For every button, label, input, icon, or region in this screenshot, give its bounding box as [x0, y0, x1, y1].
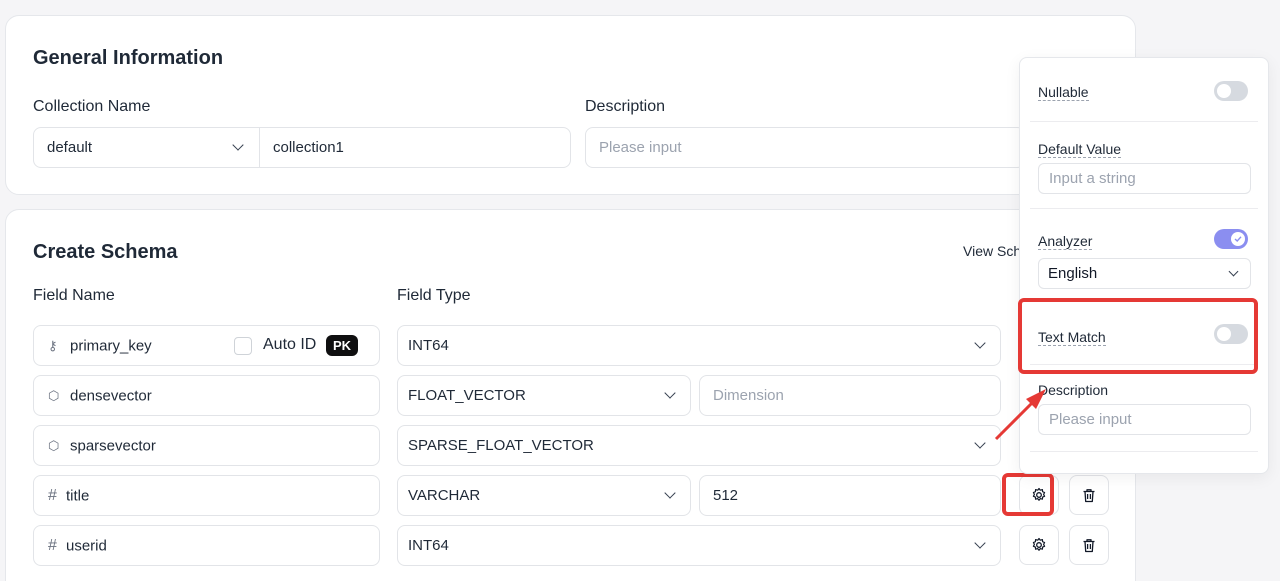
text-match-highlight-box	[1018, 298, 1258, 374]
gear-highlight-box	[1002, 473, 1054, 516]
divider	[1030, 451, 1258, 452]
field-name-input-primary-key[interactable]: ⚷ primary_key Auto ID PK	[33, 325, 380, 366]
chevron-down-icon	[974, 437, 986, 449]
description-input[interactable]: Please input	[585, 127, 1025, 168]
field-type-value: SPARSE_FLOAT_VECTOR	[408, 437, 594, 454]
pk-badge: PK	[326, 335, 359, 356]
field-type-select-sparsevector[interactable]: SPARSE_FLOAT_VECTOR	[397, 425, 1001, 466]
analyzer-select[interactable]: English	[1038, 258, 1251, 289]
field-name-input-title[interactable]: # title	[33, 475, 380, 516]
database-select-value: default	[47, 139, 93, 156]
field-type-select-densevector[interactable]: FLOAT_VECTOR	[397, 375, 691, 416]
analyzer-select-value: English	[1048, 265, 1098, 282]
field-name-input-densevector[interactable]: ⬡ densevector	[33, 375, 380, 416]
description-placeholder: Please input	[599, 139, 682, 156]
vector-icon: ⬡	[48, 437, 60, 453]
hash-icon: #	[48, 536, 57, 554]
view-schema-link[interactable]: View Sch	[963, 243, 1021, 259]
analyzer-label: Analyzer	[1038, 233, 1093, 250]
create-schema-title: Create Schema	[33, 241, 178, 263]
key-icon: ⚷	[48, 337, 58, 353]
database-select[interactable]: default	[33, 127, 260, 168]
general-information-card: General Information Collection Name Desc…	[5, 15, 1136, 195]
analyzer-toggle[interactable]	[1214, 229, 1248, 249]
field-type-value: INT64	[408, 337, 449, 354]
hash-icon: #	[48, 486, 57, 504]
auto-id-label: Auto ID	[263, 336, 317, 353]
field-name-value: densevector	[70, 387, 152, 404]
field-settings-panel: Nullable Default Value Input a string An…	[1019, 57, 1269, 474]
nullable-toggle[interactable]	[1214, 81, 1248, 101]
vector-icon: ⬡	[48, 387, 60, 403]
field-name-value: userid	[66, 537, 107, 554]
delete-field-button-title[interactable]	[1069, 475, 1109, 515]
default-value-placeholder: Input a string	[1049, 170, 1136, 187]
general-information-title: General Information	[33, 47, 224, 69]
chevron-down-icon	[232, 139, 244, 151]
field-type-value: INT64	[408, 537, 449, 554]
default-value-input[interactable]: Input a string	[1038, 163, 1251, 194]
auto-id-checkbox[interactable]	[234, 337, 252, 355]
chevron-down-icon	[974, 537, 986, 549]
collection-name-value: collection1	[273, 139, 344, 156]
field-type-select-primary-key[interactable]: INT64	[397, 325, 1001, 366]
annotation-arrow	[994, 389, 1046, 441]
divider	[1030, 208, 1258, 209]
collection-name-label: Collection Name	[33, 98, 151, 115]
trash-icon	[1083, 538, 1095, 552]
field-name-input-userid[interactable]: # userid	[33, 525, 380, 566]
chevron-down-icon	[664, 487, 676, 499]
description-input[interactable]: Please input	[1038, 404, 1251, 435]
field-name-value: primary_key	[70, 337, 152, 354]
collection-name-input[interactable]: collection1	[259, 127, 571, 168]
toggle-knob	[1217, 84, 1231, 98]
divider	[1030, 121, 1258, 122]
check-icon	[1234, 236, 1242, 242]
field-name-value: sparsevector	[70, 437, 156, 454]
field-name-input-sparsevector[interactable]: ⬡ sparsevector	[33, 425, 380, 466]
chevron-down-icon	[974, 337, 986, 349]
dimension-input[interactable]: Dimension	[699, 375, 1001, 416]
dimension-placeholder: Dimension	[713, 387, 784, 404]
max-length-input[interactable]: 512	[699, 475, 1001, 516]
field-type-value: FLOAT_VECTOR	[408, 387, 526, 404]
field-name-header: Field Name	[33, 287, 115, 304]
default-value-label: Default Value	[1038, 141, 1122, 158]
create-schema-card: Create Schema View Sch Field Name Field …	[5, 209, 1136, 581]
max-length-value: 512	[713, 487, 739, 504]
delete-field-button-userid[interactable]	[1069, 525, 1109, 565]
trash-icon	[1083, 488, 1095, 502]
chevron-down-icon	[1228, 266, 1239, 277]
chevron-down-icon	[664, 387, 676, 399]
field-type-header: Field Type	[397, 287, 471, 304]
description-label: Description	[585, 98, 666, 115]
field-name-value: title	[66, 487, 90, 504]
description-placeholder: Please input	[1049, 411, 1132, 428]
gear-icon	[1032, 537, 1046, 551]
field-type-value: VARCHAR	[408, 487, 481, 504]
field-settings-button-userid[interactable]	[1019, 525, 1059, 565]
nullable-label: Nullable	[1038, 84, 1089, 101]
field-type-select-userid[interactable]: INT64	[397, 525, 1001, 566]
field-type-select-title[interactable]: VARCHAR	[397, 475, 691, 516]
